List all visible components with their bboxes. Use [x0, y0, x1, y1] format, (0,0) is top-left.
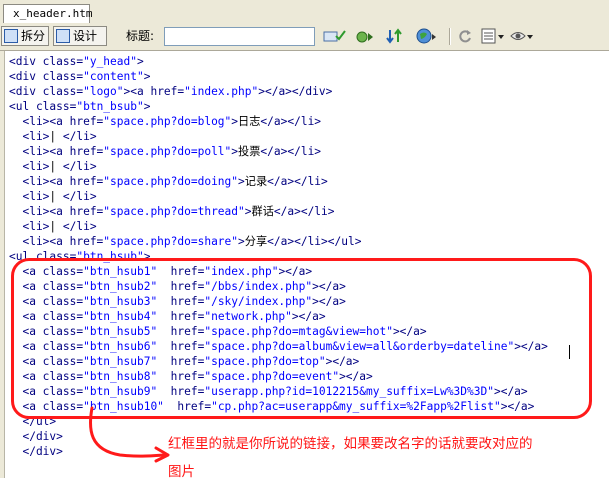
code-token: <li> — [9, 130, 50, 143]
code-token: "y_head" — [83, 55, 137, 68]
split-view-label: 拆分 — [21, 29, 46, 43]
code-token: > — [143, 100, 151, 113]
code-token: </a></li> — [260, 145, 322, 158]
code-line: </div> — [9, 444, 63, 459]
code-token: | — [49, 160, 63, 173]
code-token: "space.php?do=poll" — [103, 145, 232, 158]
code-token: ><a href= — [123, 85, 185, 98]
code-token: </a></li> — [273, 205, 335, 218]
code-token: </li> — [62, 130, 97, 143]
code-line: <li><a href="space.php?do=share">分享</a><… — [9, 234, 361, 249]
design-icon — [56, 29, 70, 43]
code-token: </li> — [62, 220, 97, 233]
code-line: <div class="content"> — [9, 69, 150, 84]
code-token: > — [238, 175, 245, 188]
code-line: <li>| </li> — [9, 129, 97, 144]
code-token: <li> — [9, 220, 50, 233]
code-line: <li>| </li> — [9, 159, 97, 174]
code-token: </a></li> — [267, 175, 328, 188]
code-token: <div class= — [9, 70, 84, 83]
code-line: <ul class="btn_bsub"> — [9, 99, 150, 114]
code-token: </li> — [62, 190, 97, 203]
code-token: | — [49, 130, 63, 143]
code-token: <div class= — [9, 85, 84, 98]
code-token: <ul class= — [9, 100, 77, 113]
code-token: | — [49, 190, 63, 203]
design-view-button[interactable]: 设计 — [53, 26, 107, 46]
debug-icon[interactable] — [356, 28, 378, 44]
annotation-line-1: 红框里的就是你所说的链接，如果要改名字的话就要改对应的 — [168, 436, 533, 452]
code-token: > — [244, 205, 252, 218]
code-token: 投票 — [238, 145, 261, 158]
code-token: <li><a href= — [9, 115, 104, 128]
browse-icon[interactable] — [416, 28, 438, 44]
code-token: 记录 — [244, 175, 268, 188]
code-token: "space.php?do=doing" — [103, 175, 239, 188]
code-token: <li><a href= — [9, 175, 104, 188]
code-line: <li><a href="space.php?do=doing">记录</a><… — [9, 174, 328, 189]
code-token: <li><a href= — [9, 145, 104, 158]
code-token: <div class= — [9, 55, 84, 68]
options-icon[interactable] — [481, 28, 505, 44]
document-toolbar: 拆分 设计 标题: — [0, 24, 609, 51]
code-token: > — [143, 70, 151, 83]
code-token: </a></li> — [260, 115, 322, 128]
document-tab-bar: x_header.htm — [0, 0, 609, 25]
code-token: <li><a href= — [9, 205, 104, 218]
code-token: 群话 — [251, 205, 274, 218]
view-options-icon[interactable] — [510, 28, 534, 44]
split-view-button[interactable]: 拆分 — [1, 26, 49, 46]
code-token: "index.php" — [184, 85, 259, 98]
code-token: <li> — [9, 190, 50, 203]
annotation-arrow-icon — [88, 406, 170, 463]
annotation-line-2: 图片 — [168, 464, 195, 480]
code-token: <li> — [9, 160, 50, 173]
split-icon — [4, 29, 18, 43]
code-token: </div> — [9, 430, 63, 443]
code-line: <div class="y_head"> — [9, 54, 144, 69]
code-token: "space.php?do=blog" — [103, 115, 232, 128]
code-token: "btn_bsub" — [76, 100, 144, 113]
code-token: "space.php?do=thread" — [103, 205, 245, 218]
code-token: > — [238, 235, 245, 248]
code-line: <li><a href="space.php?do=poll">投票</a></… — [9, 144, 321, 159]
code-line: </div> — [9, 429, 63, 444]
code-token: </div> — [9, 445, 63, 458]
code-token: </li> — [62, 160, 97, 173]
code-line: <li><a href="space.php?do=blog">日志</a></… — [9, 114, 321, 129]
design-view-label: 设计 — [73, 29, 98, 43]
code-line: <div class="logo"><a href="index.php"></… — [9, 84, 332, 99]
toolbar-separator — [449, 28, 451, 45]
code-token: 日志 — [238, 115, 261, 128]
code-token: "space.php?do=share" — [103, 235, 239, 248]
title-input[interactable] — [164, 27, 315, 46]
code-token: </a></li></ul> — [267, 235, 362, 248]
code-line: <li>| </li> — [9, 219, 97, 234]
code-token: > — [136, 55, 144, 68]
reload-icon[interactable] — [457, 28, 473, 44]
code-token: <li><a href= — [9, 235, 104, 248]
document-tab[interactable]: x_header.htm — [3, 4, 92, 23]
code-token: ></a></div> — [258, 85, 333, 98]
code-token: | — [49, 220, 63, 233]
highlight-box — [11, 258, 592, 419]
validate-icon[interactable] — [323, 28, 347, 44]
code-token: "logo" — [83, 85, 124, 98]
code-token: "content" — [83, 70, 144, 83]
code-line: <li>| </li> — [9, 189, 97, 204]
refresh-icon[interactable] — [386, 28, 408, 44]
code-token: 分享 — [244, 235, 268, 248]
code-line: <li><a href="space.php?do=thread">群话</a>… — [9, 204, 335, 219]
title-label: 标题: — [126, 29, 155, 43]
